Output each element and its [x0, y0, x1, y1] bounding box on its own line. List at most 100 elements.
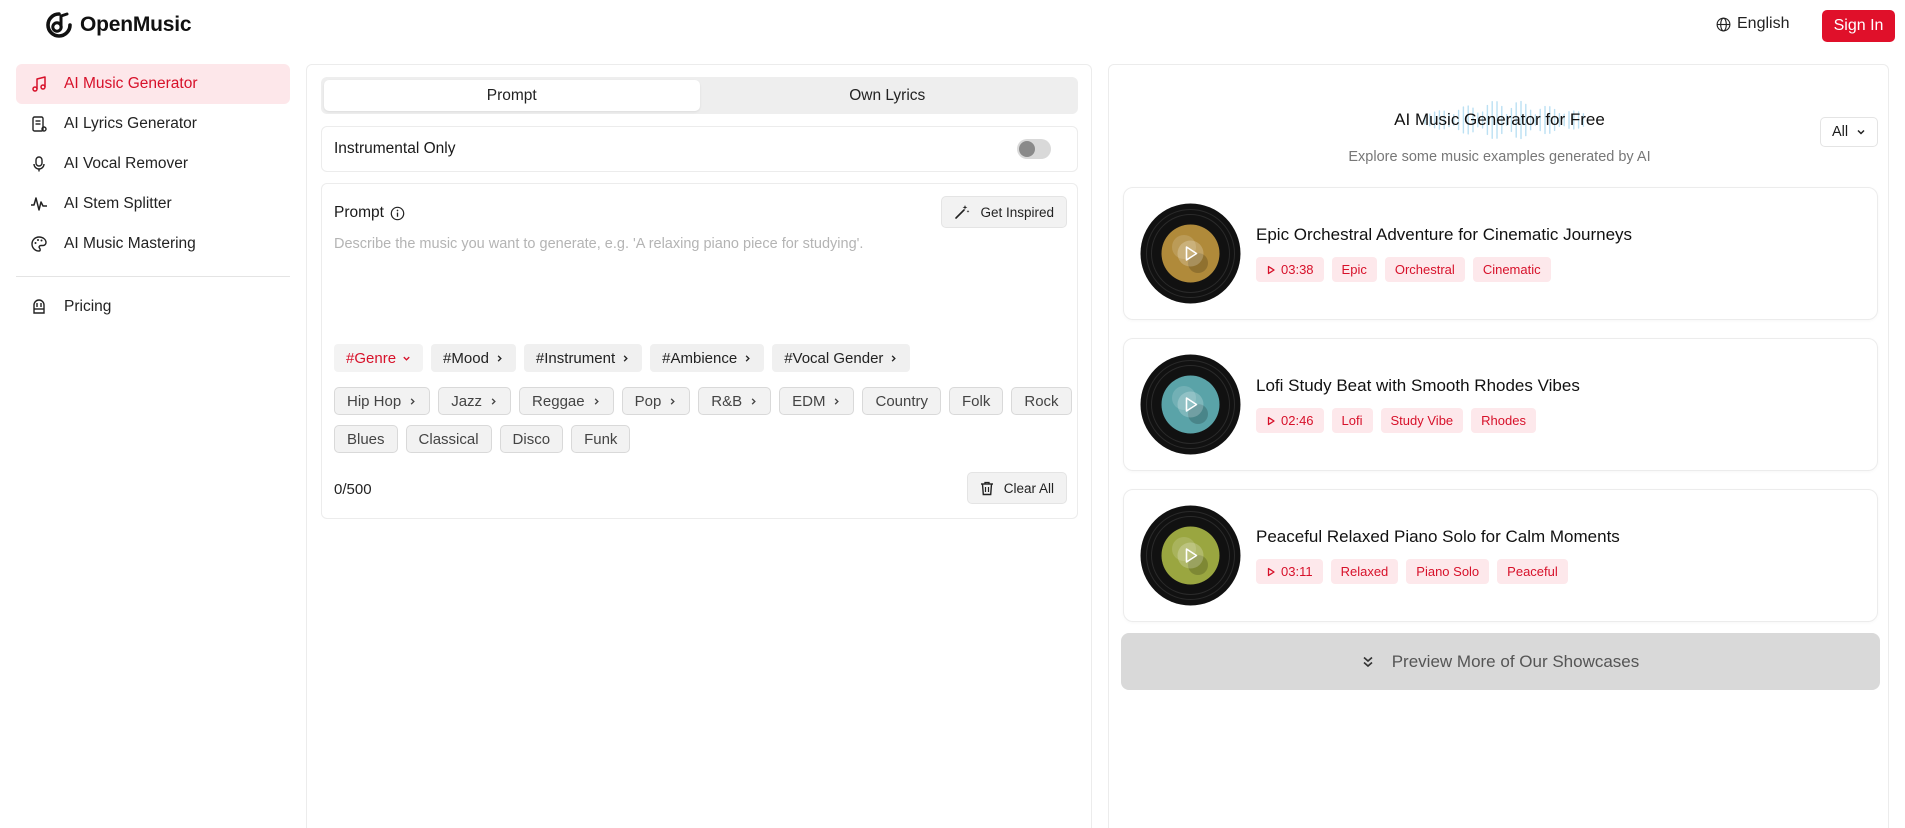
- genre-label: EDM: [792, 392, 826, 410]
- play-small-icon: [1267, 567, 1275, 576]
- brand-logo[interactable]: OpenMusic: [46, 12, 192, 38]
- genre-label: Disco: [512, 430, 551, 448]
- showcase-panel: AI Music Generator for Free Explore some…: [1108, 64, 1889, 828]
- track-tag: Epic: [1331, 257, 1377, 282]
- character-counter: 0/500: [334, 481, 372, 498]
- clear-all-label: Clear All: [1003, 480, 1054, 496]
- get-inspired-button[interactable]: Get Inspired: [941, 196, 1067, 228]
- filter-value: All: [1831, 124, 1849, 140]
- genre-chip-hip-hop[interactable]: Hip Hop: [334, 387, 431, 415]
- genre-chip-country[interactable]: Country: [862, 387, 942, 415]
- category-vocal-gender[interactable]: #Vocal Gender: [772, 344, 911, 372]
- instrumental-toggle[interactable]: [1017, 139, 1051, 159]
- track-tag: Rhodes: [1471, 408, 1536, 433]
- category-instrument[interactable]: #Instrument: [523, 344, 643, 372]
- genre-chip-rnb[interactable]: R&B: [698, 387, 772, 415]
- chevron-right-icon: [892, 354, 897, 362]
- category-ambience[interactable]: #Ambience: [650, 344, 765, 372]
- sidebar-item-label: AI Lyrics Generator: [64, 115, 197, 132]
- genre-chip-rock[interactable]: Rock: [1011, 387, 1072, 415]
- lyrics-doc-icon: [32, 116, 47, 132]
- genre-label: Blues: [347, 430, 385, 448]
- category-label: #Mood: [443, 349, 489, 367]
- genre-chip-folk[interactable]: Folk: [949, 387, 1004, 415]
- track-card[interactable]: Lofi Study Beat with Smooth Rhodes Vibes…: [1123, 338, 1878, 471]
- mode-tabs: Prompt Own Lyrics: [321, 77, 1078, 114]
- duration-label: 02:46: [1281, 413, 1314, 428]
- category-mood[interactable]: #Mood: [431, 344, 516, 372]
- prompt-input[interactable]: [334, 236, 1064, 326]
- track-tags: 02:46 Lofi Study Vibe Rhodes: [1256, 408, 1536, 433]
- chevron-right-icon: [751, 397, 756, 405]
- clear-all-button[interactable]: Clear All: [966, 472, 1067, 504]
- sidebar-divider: [16, 276, 290, 277]
- openmusic-logo-icon: [46, 12, 72, 38]
- prompt-label: Prompt: [334, 204, 384, 221]
- get-inspired-label: Get Inspired: [980, 204, 1054, 220]
- track-tag: Study Vibe: [1380, 408, 1464, 433]
- genre-label: Hip Hop: [347, 392, 402, 410]
- sidebar: AI Music Generator AI Lyrics Generator A…: [16, 64, 290, 327]
- vinyl-play-icon[interactable]: [1140, 203, 1241, 304]
- showcase-filter-select[interactable]: All: [1820, 117, 1878, 147]
- category-label: #Vocal Gender: [784, 349, 884, 367]
- track-tag: Cinematic: [1472, 257, 1551, 282]
- track-title: Lofi Study Beat with Smooth Rhodes Vibes: [1256, 376, 1580, 395]
- language-selector[interactable]: English: [1716, 15, 1789, 33]
- duration-badge: 02:46: [1256, 408, 1324, 433]
- genre-chip-disco[interactable]: Disco: [499, 425, 564, 453]
- generator-panel: Prompt Own Lyrics Instrumental Only Prom…: [306, 64, 1092, 828]
- genre-chip-classical[interactable]: Classical: [405, 425, 492, 453]
- microphone-icon: [33, 156, 45, 172]
- preview-more-button[interactable]: Preview More of Our Showcases: [1121, 633, 1880, 690]
- track-tag: Lofi: [1331, 408, 1373, 433]
- genre-chip-pop[interactable]: Pop: [621, 387, 691, 415]
- duration-label: 03:11: [1281, 564, 1313, 579]
- chevron-right-icon: [745, 354, 750, 362]
- genre-chips: Hip Hop Jazz Reggae Pop R&B EDM Country …: [334, 387, 1074, 453]
- genre-label: Reggae: [532, 392, 585, 410]
- track-tag: Relaxed: [1330, 559, 1399, 584]
- sidebar-item-ai-vocal-remover[interactable]: AI Vocal Remover: [16, 144, 290, 184]
- instrumental-label: Instrumental Only: [334, 140, 456, 157]
- tab-prompt[interactable]: Prompt: [324, 80, 700, 111]
- chevron-down-icon: [403, 356, 410, 361]
- sidebar-item-pricing[interactable]: Pricing: [16, 287, 290, 327]
- genre-chip-funk[interactable]: Funk: [571, 425, 631, 453]
- sign-in-button[interactable]: Sign In: [1822, 10, 1895, 42]
- duration-label: 03:38: [1281, 262, 1314, 277]
- genre-chip-reggae[interactable]: Reggae: [519, 387, 614, 415]
- duration-badge: 03:11: [1256, 559, 1323, 584]
- globe-icon: [1716, 17, 1731, 31]
- genre-label: R&B: [711, 392, 743, 410]
- category-label: #Instrument: [535, 349, 616, 367]
- language-label: English: [1737, 15, 1790, 32]
- genre-chip-blues[interactable]: Blues: [334, 425, 398, 453]
- track-card[interactable]: Epic Orchestral Adventure for Cinematic …: [1123, 187, 1878, 320]
- sidebar-item-ai-lyrics-generator[interactable]: AI Lyrics Generator: [16, 104, 290, 144]
- track-card[interactable]: Peaceful Relaxed Piano Solo for Calm Mom…: [1123, 489, 1878, 622]
- sidebar-item-ai-music-generator[interactable]: AI Music Generator: [16, 64, 290, 104]
- sidebar-item-ai-stem-splitter[interactable]: AI Stem Splitter: [16, 184, 290, 224]
- prompt-section: Prompt Get Inspired #Genre #Mood: [321, 183, 1078, 519]
- category-label: #Genre: [346, 349, 397, 367]
- genre-label: Country: [875, 392, 929, 410]
- category-genre[interactable]: #Genre: [334, 344, 424, 372]
- genre-label: Pop: [634, 392, 662, 410]
- tab-own-lyrics[interactable]: Own Lyrics: [700, 80, 1076, 111]
- genre-label: Funk: [584, 430, 618, 448]
- pricing-icon: [33, 299, 45, 314]
- track-tag: Orchestral: [1384, 257, 1465, 282]
- vinyl-play-icon[interactable]: [1140, 354, 1241, 455]
- info-icon[interactable]: [390, 206, 405, 221]
- genre-chip-edm[interactable]: EDM: [779, 387, 855, 415]
- sidebar-item-label: AI Vocal Remover: [64, 155, 189, 172]
- chevron-right-icon: [670, 397, 676, 405]
- waveform-icon: [31, 197, 47, 211]
- vinyl-play-icon[interactable]: [1140, 505, 1241, 606]
- sidebar-item-ai-music-mastering[interactable]: AI Music Mastering: [16, 224, 290, 264]
- chevrons-down-icon: [1363, 656, 1373, 667]
- track-title: Epic Orchestral Adventure for Cinematic …: [1256, 225, 1633, 244]
- showcase-subtitle: Explore some music examples generated by…: [1348, 149, 1651, 165]
- genre-chip-jazz[interactable]: Jazz: [438, 387, 512, 415]
